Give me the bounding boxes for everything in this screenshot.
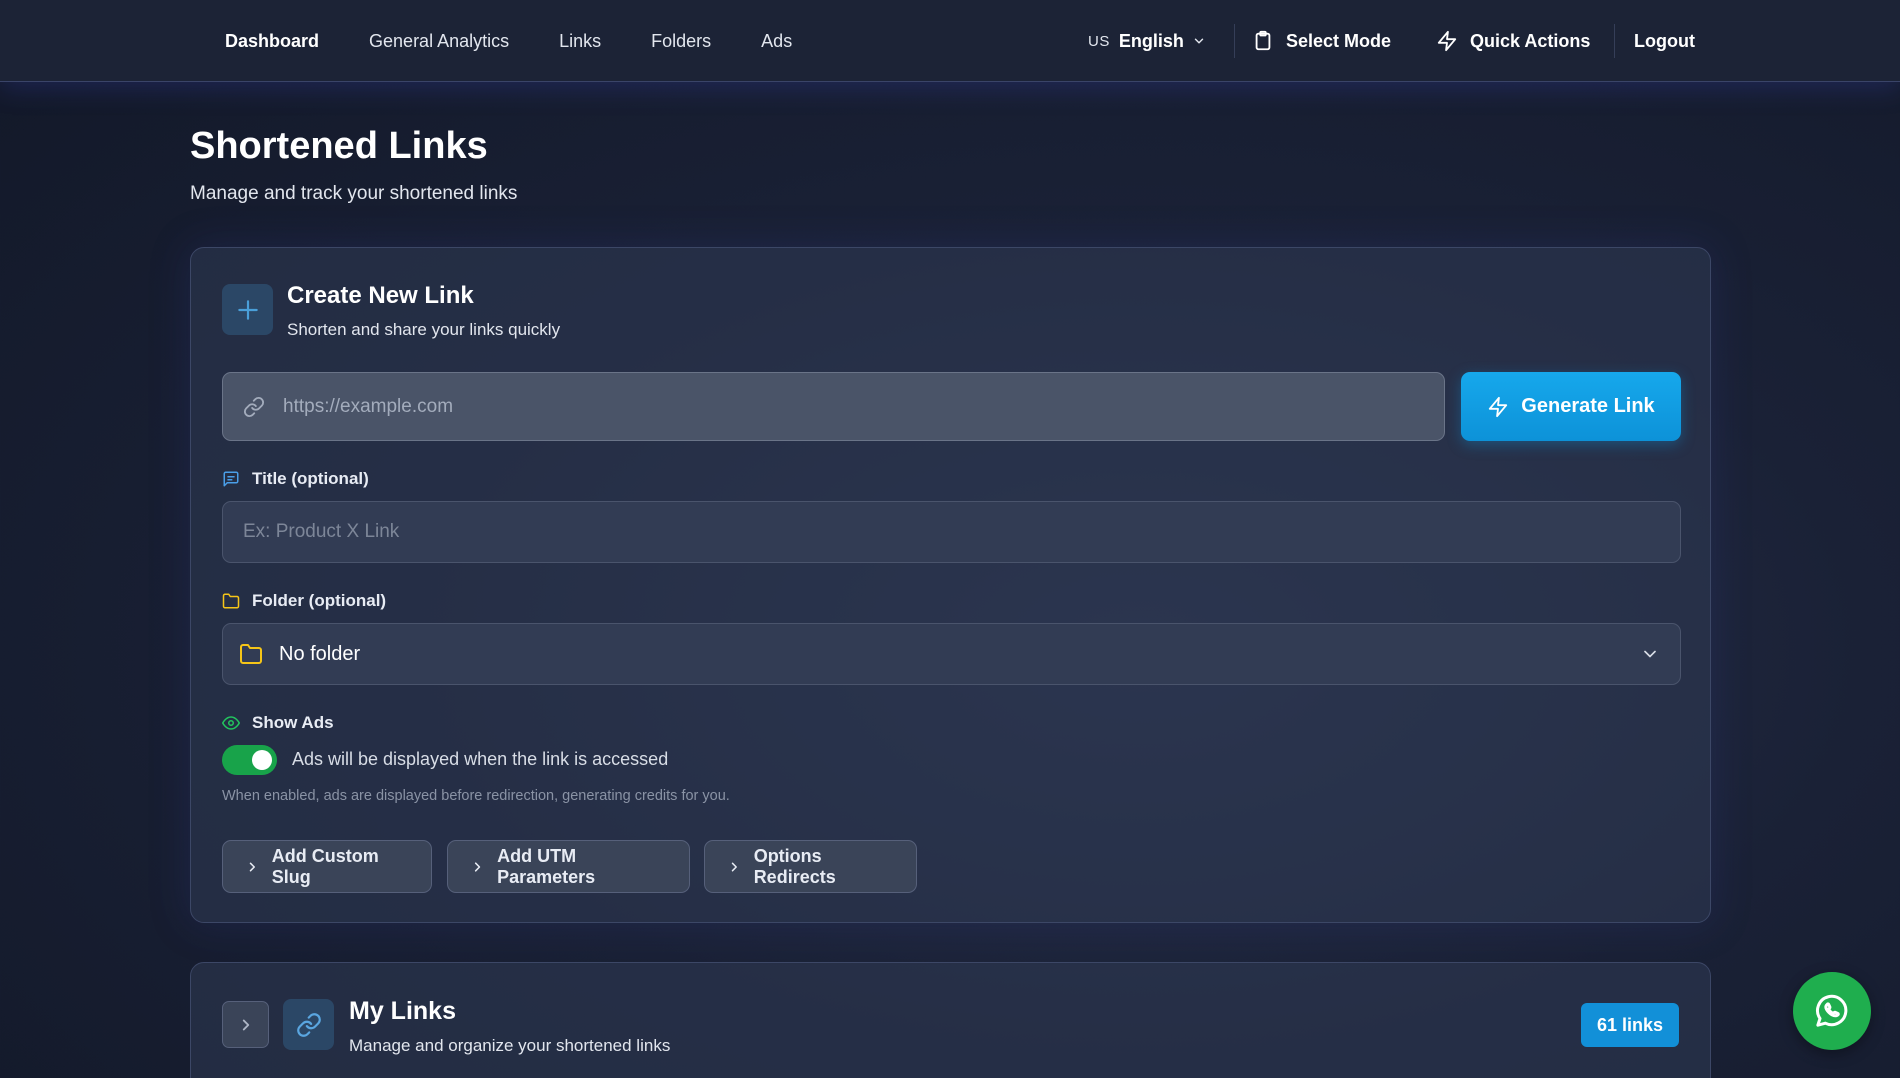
nav-ads[interactable]: Ads	[761, 31, 792, 52]
whatsapp-button[interactable]	[1793, 972, 1871, 1050]
link-icon	[283, 999, 334, 1050]
folder-select-value: No folder	[279, 642, 361, 665]
chevron-right-icon	[242, 1019, 249, 1030]
select-mode-button[interactable]: Select Mode	[1252, 30, 1391, 52]
options-redirects-label: Options Redirects	[753, 845, 836, 887]
page-subtitle: Manage and track your shortened links	[190, 183, 518, 204]
title-field-label-text: Title (optional)	[252, 469, 369, 488]
folder-field-label: Folder (optional)	[222, 591, 386, 611]
add-custom-slug-label: Add Custom Slug	[271, 845, 379, 887]
options-redirects-button[interactable]: Options Redirects	[704, 840, 917, 893]
generate-link-label: Generate Link	[1521, 395, 1655, 417]
chevron-right-icon	[474, 861, 481, 872]
my-links-card: My Links Manage and organize your shorte…	[190, 962, 1711, 1078]
create-link-card: Create New Link Shorten and share your l…	[190, 247, 1711, 923]
create-link-subtitle: Shorten and share your links quickly	[287, 320, 561, 339]
show-ads-toggle[interactable]	[222, 745, 277, 775]
chevron-right-icon	[731, 862, 737, 871]
folder-select[interactable]: No folder	[222, 623, 1681, 685]
show-ads-description: Ads will be displayed when the link is a…	[292, 749, 669, 769]
title-field-label: Title (optional)	[222, 469, 369, 489]
chevron-right-icon	[249, 862, 255, 871]
show-ads-label: Show Ads	[222, 713, 334, 733]
add-utm-parameters-button[interactable]: Add UTM Parameters	[447, 840, 690, 893]
clipboard-icon	[1255, 30, 1271, 51]
create-link-title: Create New Link	[287, 282, 474, 309]
nav-folders[interactable]: Folders	[651, 31, 711, 52]
add-utm-parameters-label: Add UTM Parameters	[497, 845, 596, 887]
logout-wrap: Logout	[1634, 0, 1695, 82]
folder-icon	[222, 593, 240, 609]
eye-icon	[222, 716, 240, 730]
zap-icon	[1489, 396, 1508, 417]
my-links-title: My Links	[349, 997, 456, 1025]
folder-field-label-text: Folder (optional)	[252, 591, 387, 610]
language-selector[interactable]: US English	[1088, 0, 1206, 82]
toggle-knob	[252, 750, 272, 770]
show-ads-label-text: Show Ads	[252, 713, 334, 732]
generate-link-button[interactable]: Generate Link	[1461, 372, 1681, 441]
nav-divider	[1234, 24, 1235, 58]
chevron-down-icon	[1644, 650, 1656, 658]
language-flag: US	[1088, 32, 1110, 50]
logout-button[interactable]: Logout	[1634, 31, 1695, 52]
quick-actions-wrap: Quick Actions	[1436, 0, 1590, 82]
quick-actions-label: Quick Actions	[1470, 30, 1591, 51]
url-input-wrapper	[222, 372, 1445, 441]
plus-icon	[222, 284, 273, 335]
language-label: English	[1118, 30, 1184, 51]
nav-general-analytics[interactable]: General Analytics	[369, 31, 509, 52]
folder-icon	[240, 644, 262, 664]
show-ads-hint: When enabled, ads are displayed before r…	[222, 788, 730, 804]
zap-icon	[1437, 30, 1457, 52]
link-icon	[243, 396, 265, 417]
nav-divider	[1614, 24, 1615, 58]
whatsapp-icon	[1816, 994, 1848, 1027]
expand-my-links-button[interactable]	[222, 1001, 269, 1048]
nav-dashboard[interactable]: Dashboard	[225, 31, 319, 52]
top-navigation: Dashboard General Analytics Links Folder…	[0, 0, 1900, 82]
title-input[interactable]	[243, 521, 1643, 543]
links-count-badge: 61 links	[1581, 1003, 1679, 1047]
quick-actions-button[interactable]: Quick Actions	[1436, 30, 1590, 52]
select-mode-wrap: Select Mode	[1252, 0, 1391, 82]
nav-links[interactable]: Links	[559, 31, 601, 52]
my-links-subtitle: Manage and organize your shortened links	[349, 1036, 671, 1055]
nav-links: Dashboard General Analytics Links Folder…	[225, 0, 842, 82]
title-input-wrapper	[222, 501, 1681, 563]
chevron-down-icon	[1194, 38, 1204, 44]
message-icon	[223, 471, 239, 487]
url-input[interactable]	[283, 395, 1383, 418]
select-mode-label: Select Mode	[1286, 30, 1392, 51]
page-title: Shortened Links	[190, 125, 488, 167]
add-custom-slug-button[interactable]: Add Custom Slug	[222, 840, 432, 893]
